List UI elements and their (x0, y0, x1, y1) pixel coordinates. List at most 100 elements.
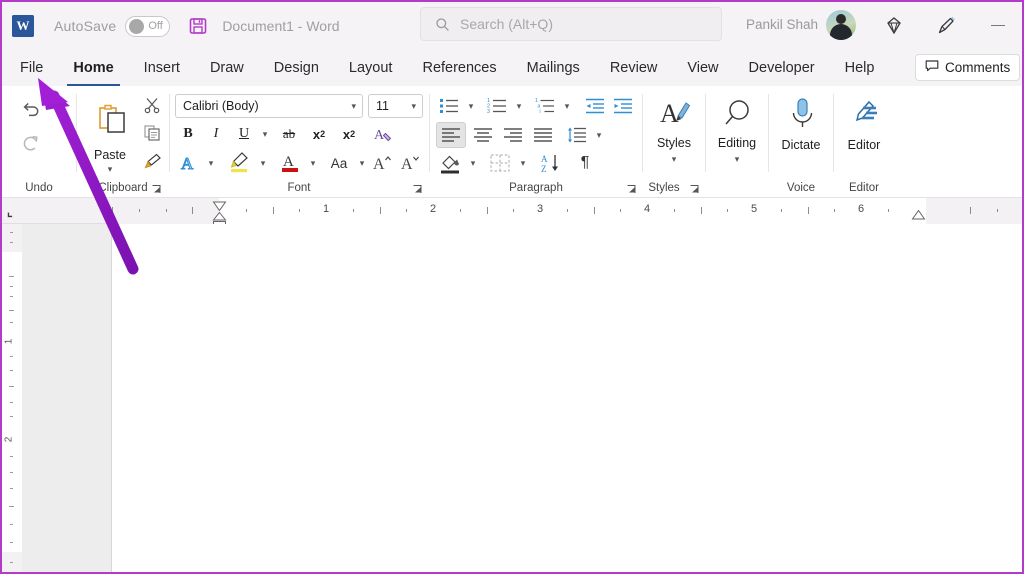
shading-chevron-down-icon[interactable]: ▾ (464, 150, 482, 176)
svg-text:A: A (660, 99, 679, 128)
subscript-icon[interactable]: x2 (306, 122, 332, 146)
dictate-microphone-icon[interactable] (785, 94, 819, 136)
ruler-tick (594, 207, 595, 214)
right-indent-marker[interactable] (911, 207, 926, 225)
increase-indent-icon[interactable] (610, 94, 636, 118)
vruler-tick (10, 322, 13, 323)
redo-icon[interactable] (16, 128, 46, 158)
tab-home[interactable]: Home (71, 54, 115, 83)
superscript-icon[interactable]: x2 (336, 122, 362, 146)
avatar[interactable] (826, 10, 856, 40)
multilevel-list-icon[interactable]: 1 a i (532, 94, 558, 118)
font-color-chevron-down-icon[interactable]: ▾ (304, 150, 322, 176)
copy-icon[interactable] (139, 120, 165, 146)
styles-chevron-down-icon[interactable]: ▾ (661, 152, 687, 166)
text-effects-icon[interactable]: A (176, 150, 202, 176)
editing-label: Editing (706, 136, 768, 150)
paste-dropdown-chevron-down-icon[interactable]: ▾ (97, 162, 123, 176)
editing-chevron-down-icon[interactable]: ▾ (724, 152, 750, 166)
svg-text:Z: Z (541, 164, 547, 174)
ribbon-group-font: Calibri (Body) ▾ 11 ▾ B I U ▾ ab x2 x2 A (170, 86, 428, 198)
tab-insert[interactable]: Insert (142, 54, 182, 83)
minimize-button[interactable] (986, 14, 1010, 38)
tab-file[interactable]: File (18, 54, 45, 83)
tab-developer[interactable]: Developer (747, 54, 817, 83)
styles-dialog-launcher[interactable] (689, 182, 700, 193)
change-case-chevron-down-icon[interactable]: ▾ (353, 150, 371, 176)
clear-formatting-icon[interactable]: A (370, 122, 398, 146)
document-page[interactable] (113, 224, 1022, 574)
format-painter-icon[interactable] (139, 148, 165, 174)
search-box[interactable]: Search (Alt+Q) (420, 7, 722, 41)
font-size-chevron-down-icon[interactable]: ▾ (411, 101, 416, 112)
borders-chevron-down-icon[interactable]: ▾ (514, 150, 532, 176)
comments-button[interactable]: Comments (915, 54, 1020, 81)
ruler-tick (273, 207, 274, 214)
italic-icon[interactable]: I (204, 122, 228, 146)
undo-icon[interactable] (16, 94, 46, 124)
vruler-tick (10, 542, 13, 543)
font-name-chevron-down-icon[interactable]: ▾ (351, 101, 356, 112)
word-app-icon[interactable]: W (12, 15, 34, 37)
align-left-icon[interactable] (436, 122, 466, 148)
multilevel-list-chevron-down-icon[interactable]: ▾ (558, 94, 576, 118)
tab-layout[interactable]: Layout (347, 54, 395, 83)
ruler-tick (406, 209, 407, 212)
horizontal-ruler[interactable]: ⌞ 1 2 3 4 5 6 (2, 198, 1022, 224)
autosave-toggle[interactable]: Off (125, 16, 170, 37)
tab-help[interactable]: Help (843, 54, 877, 83)
paragraph-dialog-launcher[interactable] (626, 182, 637, 193)
pen-highlighter-icon[interactable] (934, 14, 958, 38)
shrink-font-icon[interactable]: A (398, 150, 422, 176)
cut-scissors-icon[interactable] (139, 92, 165, 118)
line-spacing-chevron-down-icon[interactable]: ▾ (590, 122, 608, 148)
left-tab-stop-icon[interactable]: ⌞ (7, 205, 13, 219)
document-area[interactable] (22, 224, 1022, 574)
font-size-combobox[interactable]: 11 ▾ (368, 94, 423, 118)
sort-icon[interactable]: A Z (538, 150, 566, 176)
strikethrough-icon[interactable]: ab (276, 122, 302, 146)
bullets-chevron-down-icon[interactable]: ▾ (462, 94, 480, 118)
borders-icon[interactable] (486, 150, 514, 176)
highlight-color-chevron-down-icon[interactable]: ▾ (254, 150, 272, 176)
text-effects-chevron-down-icon[interactable]: ▾ (202, 150, 220, 176)
underline-icon[interactable]: U (232, 122, 256, 146)
grow-font-icon[interactable]: A (370, 150, 394, 176)
font-color-icon[interactable]: A (276, 148, 304, 176)
shading-icon[interactable] (436, 150, 464, 176)
vruler-tick (10, 402, 13, 403)
styles-icon[interactable]: A (657, 94, 693, 134)
numbering-icon[interactable]: 1 2 3 (484, 94, 510, 118)
numbering-chevron-down-icon[interactable]: ▾ (510, 94, 528, 118)
bold-icon[interactable]: B (176, 122, 200, 146)
line-spacing-icon[interactable] (564, 122, 590, 148)
diamond-icon[interactable] (882, 14, 906, 38)
ruler-tick (567, 209, 568, 212)
text-highlight-color-icon[interactable] (226, 148, 254, 176)
tab-view[interactable]: View (685, 54, 720, 83)
save-icon[interactable] (188, 16, 208, 36)
align-center-icon[interactable] (468, 122, 498, 148)
justify-icon[interactable] (528, 122, 558, 148)
tab-mailings[interactable]: Mailings (525, 54, 582, 83)
editor-pen-icon[interactable] (848, 94, 882, 136)
avatar-head (836, 14, 846, 24)
tab-design[interactable]: Design (272, 54, 321, 83)
search-input[interactable]: Search (Alt+Q) (460, 16, 553, 32)
change-case-icon[interactable]: Aa (325, 150, 353, 176)
editing-search-icon[interactable] (720, 94, 756, 134)
align-right-icon[interactable] (498, 122, 528, 148)
clipboard-dialog-launcher[interactable] (151, 182, 162, 193)
decrease-indent-icon[interactable] (582, 94, 608, 118)
tab-draw[interactable]: Draw (208, 54, 246, 83)
underline-chevron-down-icon[interactable]: ▾ (256, 122, 274, 146)
ruler-number: 3 (537, 203, 543, 215)
paste-icon[interactable] (83, 92, 137, 148)
tab-references[interactable]: References (420, 54, 498, 83)
show-formatting-marks-icon[interactable]: ¶ (572, 150, 598, 176)
vertical-ruler[interactable]: 1 2 (2, 224, 22, 574)
tab-review[interactable]: Review (608, 54, 660, 83)
font-name-combobox[interactable]: Calibri (Body) ▾ (175, 94, 363, 118)
bullets-icon[interactable] (436, 94, 462, 118)
font-dialog-launcher[interactable] (412, 182, 423, 193)
